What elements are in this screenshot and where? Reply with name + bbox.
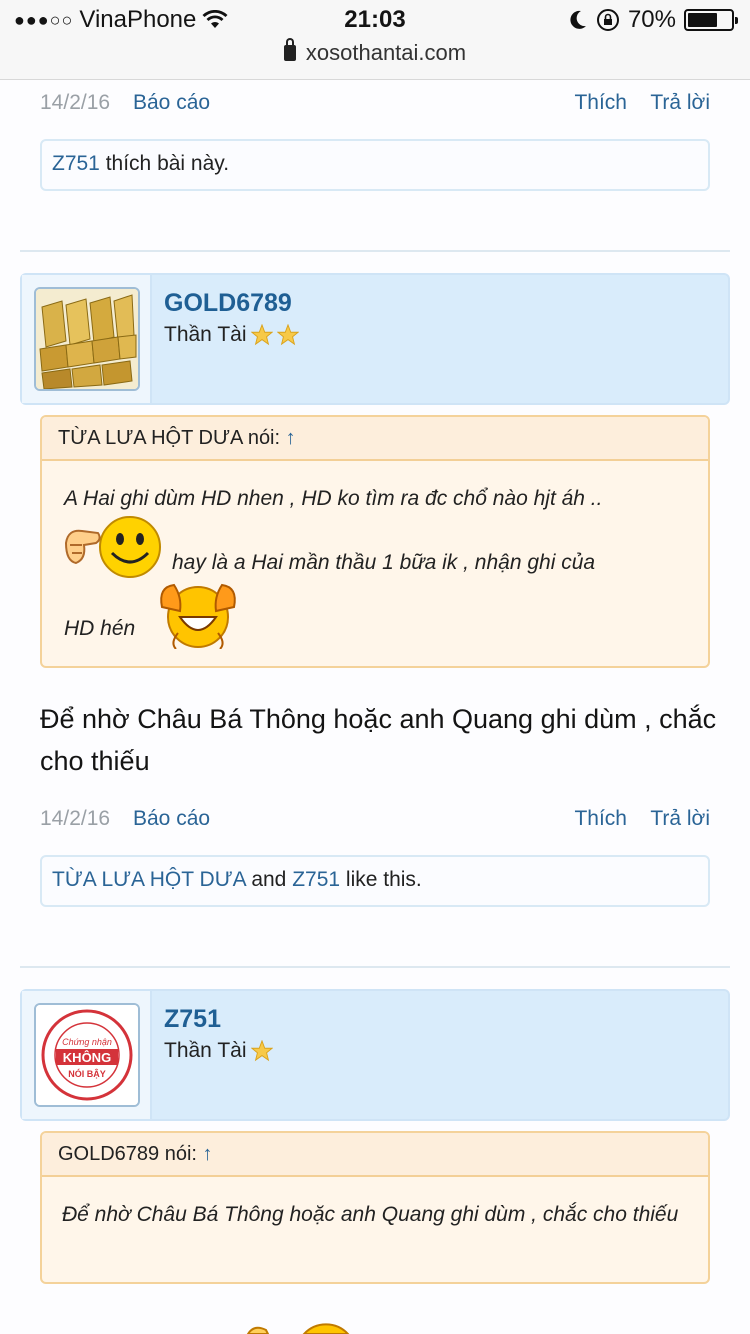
avatar[interactable]	[34, 287, 140, 391]
liker-link[interactable]: Z751	[52, 152, 100, 175]
quote-author: TỪA LƯA HỘT DƯA nói:	[58, 427, 286, 449]
avatar-stamp-badge: KHÔNG	[63, 1050, 111, 1065]
post-date[interactable]: 14/2/16	[40, 807, 110, 831]
pointing-smiley-emoji	[64, 516, 161, 578]
quote-header: GOLD6789 nói: ↑	[42, 1133, 708, 1177]
user-title-text: Thần Tài	[164, 323, 247, 346]
user-title: Thần Tài	[164, 1039, 273, 1063]
battery-icon	[684, 9, 738, 31]
avatar[interactable]: Chứng nhận KHÔNG NÓI BẬY	[34, 1003, 140, 1107]
battery-percent: 70%	[627, 6, 676, 33]
post-author-bar: Chứng nhận KHÔNG NÓI BẬY Z751 Thần Tài	[20, 989, 730, 1121]
liker-link[interactable]: Z751	[292, 868, 340, 891]
avatar-panel	[22, 275, 152, 403]
star-icon	[250, 324, 273, 346]
url-bar[interactable]: xosothantai.com	[0, 38, 750, 66]
url-text: xosothantai.com	[305, 40, 467, 65]
quote-text: Để nhờ Châu Bá Thông hoặc anh Quang ghi …	[62, 1203, 679, 1226]
liker-link[interactable]: TỪA LƯA HỘT DƯA	[52, 868, 245, 891]
quote-line: A Hai ghi dùm HD nhen , HD ko tìm ra đc …	[64, 487, 603, 510]
post-meta: 14/2/16 Báo cáo Thích Trả lời	[40, 807, 710, 835]
quote-header: TỪA LƯA HỘT DƯA nói: ↑	[42, 417, 708, 461]
likes-text: thích bài này.	[99, 152, 230, 175]
star-icon	[276, 324, 299, 346]
report-link[interactable]: Báo cáo	[133, 91, 210, 115]
post-message: Để nhờ Châu Bá Thông hoặc anh Quang ghi …	[40, 704, 717, 776]
post-author-bar: GOLD6789 Thần Tài	[20, 273, 730, 405]
reply-link[interactable]: Trả lời	[650, 91, 710, 115]
lock-icon	[283, 38, 296, 61]
like-link[interactable]: Thích	[574, 807, 627, 831]
avatar-stamp-bottom: NÓI BẬY	[68, 1068, 106, 1079]
user-title-text: Thần Tài	[164, 1039, 247, 1062]
quote-jump-arrow[interactable]: ↑	[203, 1143, 213, 1165]
avatar-panel: Chứng nhận KHÔNG NÓI BẬY	[22, 991, 152, 1119]
username[interactable]: GOLD6789	[164, 289, 292, 318]
post-divider	[20, 966, 730, 968]
quote-line: HD hén	[64, 617, 136, 640]
status-bar: ●●●○○ VinaPhone 21:03 70% xosothantai.co…	[0, 0, 750, 80]
battery-level	[688, 13, 717, 27]
likes-summary: Z751 thích bài này.	[40, 139, 710, 191]
post-date[interactable]: 14/2/16	[40, 91, 110, 115]
quote-author: GOLD6789 nói:	[58, 1143, 203, 1165]
quote-block: TỪA LƯA HỘT DƯA nói: ↑ A Hai ghi dùm HD …	[40, 415, 710, 668]
post-divider	[20, 250, 730, 252]
likes-text: and	[245, 868, 293, 891]
report-link[interactable]: Báo cáo	[133, 807, 210, 831]
moon-icon	[570, 10, 586, 29]
partial-emoji	[246, 1323, 350, 1334]
gold-bars-avatar-image	[36, 289, 138, 389]
post-meta: 14/2/16 Báo cáo Thích Trả lời	[40, 91, 710, 119]
username[interactable]: Z751	[164, 1005, 221, 1034]
laughing-emoji	[160, 583, 236, 649]
star-icon	[250, 1040, 273, 1062]
certificate-stamp-avatar-image: Chứng nhận KHÔNG NÓI BẬY	[36, 1005, 138, 1105]
like-link[interactable]: Thích	[574, 91, 627, 115]
quote-block: GOLD6789 nói: ↑ Để nhờ Châu Bá Thông hoặ…	[40, 1131, 710, 1284]
user-title: Thần Tài	[164, 323, 299, 347]
avatar-stamp-top: Chứng nhận	[62, 1037, 112, 1047]
quote-jump-arrow[interactable]: ↑	[286, 427, 296, 449]
likes-summary: TỪA LƯA HỘT DƯA and Z751 like this.	[40, 855, 710, 907]
likes-text: like this.	[340, 868, 422, 891]
rotation-lock-icon	[596, 9, 619, 31]
reply-link[interactable]: Trả lời	[650, 807, 710, 831]
quote-line: hay là a Hai mần thầu 1 bữa ik , nhận gh…	[172, 551, 596, 574]
